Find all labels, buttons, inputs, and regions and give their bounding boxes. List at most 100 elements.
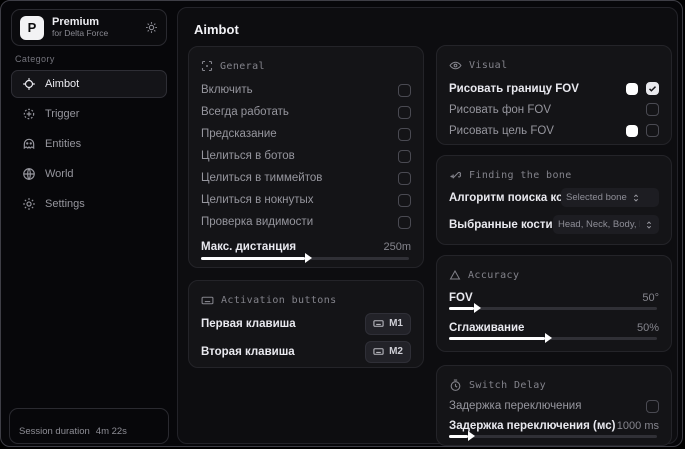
target-icon xyxy=(201,60,213,72)
sidebar-item-label: Entities xyxy=(45,138,82,150)
slider-label: FOV xyxy=(449,292,473,304)
checkbox[interactable] xyxy=(398,193,411,207)
category-label: Category xyxy=(15,54,55,64)
card-finding-bone: Finding the bone Алгоритм поиска костей … xyxy=(436,155,672,245)
card-activation-buttons: Activation buttons Первая клавиша M1 Вто… xyxy=(188,280,424,368)
color-swatch[interactable] xyxy=(626,124,638,137)
slider-value: 50% xyxy=(636,322,659,334)
toggle-label: Проверка видимости xyxy=(201,216,314,228)
checkbox[interactable] xyxy=(398,149,411,163)
toggle-label: Рисовать фон FOV xyxy=(449,103,551,116)
slider-thumb[interactable] xyxy=(467,431,475,441)
toggle-label: Включить xyxy=(201,84,253,96)
card-header-label: Activation buttons xyxy=(221,294,337,306)
slider-label: Макс. дистанция xyxy=(201,241,297,253)
entities-icon xyxy=(22,137,36,151)
checkbox[interactable] xyxy=(646,124,659,137)
keybind-label: Вторая клавиша xyxy=(201,345,295,358)
color-swatch[interactable] xyxy=(626,82,638,95)
toggle-label: Предсказание xyxy=(201,128,277,140)
checkbox[interactable] xyxy=(398,171,411,185)
keyboard-icon xyxy=(201,294,214,307)
fov-slider[interactable] xyxy=(449,303,657,313)
dropdown-value: Head, Neck, Body, Pe... xyxy=(558,219,640,230)
session-label: Session duration xyxy=(19,426,90,437)
card-switch-delay: Switch Delay Задержка переключения Задер… xyxy=(436,365,672,446)
smoothing-slider[interactable] xyxy=(449,333,657,343)
keyboard-icon xyxy=(373,318,384,329)
crosshair-icon xyxy=(22,77,36,91)
slider-value: 50° xyxy=(642,292,659,304)
trigger-icon xyxy=(22,107,36,121)
app-window: P Premium for Delta Force Category Aimbo… xyxy=(0,0,683,447)
sidebar: P Premium for Delta Force Category Aimbo… xyxy=(1,1,177,446)
toggle-label: Рисовать цель FOV xyxy=(449,124,554,137)
keybind-button-m1[interactable]: M1 xyxy=(365,312,411,335)
toggle-label: Целиться в нокнутых xyxy=(201,194,314,206)
stopwatch-icon xyxy=(449,379,462,392)
sidebar-item-aimbot[interactable]: Aimbot xyxy=(11,70,167,98)
checkbox[interactable] xyxy=(398,105,411,119)
checkbox[interactable] xyxy=(646,399,659,413)
card-header-label: Accuracy xyxy=(468,269,520,281)
toggle-label: Целиться в ботов xyxy=(201,150,295,162)
eye-icon xyxy=(449,59,462,72)
keybind-value: M1 xyxy=(389,318,403,329)
card-header-label: Finding the bone xyxy=(469,169,572,181)
gear-icon[interactable] xyxy=(145,21,158,34)
card-general: General Включить Всегда работать Предска… xyxy=(188,46,424,268)
card-header-label: Switch Delay xyxy=(469,379,547,391)
keyboard-icon xyxy=(373,346,384,357)
sidebar-item-trigger[interactable]: Trigger xyxy=(11,100,167,128)
slider-value: 250m xyxy=(383,241,411,253)
sidebar-item-world[interactable]: World xyxy=(11,160,167,188)
dropdown-label: Выбранные кости xyxy=(449,218,553,231)
toggle-label: Задержка переключения xyxy=(449,400,582,412)
checkbox[interactable] xyxy=(398,127,411,141)
keybind-button-m2[interactable]: M2 xyxy=(365,340,411,363)
page-title: Aimbot xyxy=(194,22,239,37)
keybind-label: Первая клавиша xyxy=(201,317,296,330)
keybind-value: M2 xyxy=(389,346,403,357)
sidebar-item-label: World xyxy=(45,168,74,180)
card-accuracy: Accuracy FOV 50° Сглаживание 50% xyxy=(436,255,672,352)
brand-card: P Premium for Delta Force xyxy=(11,9,167,46)
bone-icon xyxy=(449,169,462,182)
unfold-icon xyxy=(631,193,641,203)
sidebar-item-label: Trigger xyxy=(45,108,80,120)
card-header-label: Visual xyxy=(469,59,508,71)
card-header-label: General xyxy=(220,60,265,72)
slider-thumb[interactable] xyxy=(473,303,481,313)
main-panel: Aimbot General Включить Всегда работать … xyxy=(177,7,678,446)
dropdown-label: Алгоритм поиска костей xyxy=(449,191,561,204)
toggle-label: Целиться в тиммейтов xyxy=(201,172,323,184)
switch-delay-slider[interactable] xyxy=(449,431,657,441)
checkbox[interactable] xyxy=(398,83,411,97)
slider-thumb[interactable] xyxy=(305,253,312,263)
distance-slider[interactable] xyxy=(201,253,409,263)
slider-thumb[interactable] xyxy=(544,333,552,343)
checkbox[interactable] xyxy=(398,215,411,229)
sidebar-item-entities[interactable]: Entities xyxy=(11,130,167,158)
checkbox[interactable] xyxy=(646,82,659,95)
card-visual: Visual Рисовать границу FOV Рисовать фон… xyxy=(436,45,672,145)
toggle-label: Всегда работать xyxy=(201,106,289,118)
sidebar-nav: Aimbot Trigger Entities World Settings xyxy=(11,70,167,220)
checkbox[interactable] xyxy=(646,103,659,116)
triangle-icon xyxy=(449,269,461,281)
selected-bones-dropdown[interactable]: Head, Neck, Body, Pe... xyxy=(553,215,659,234)
check-icon xyxy=(648,86,657,92)
session-card: Session duration 4m 22s xyxy=(9,408,169,444)
unfold-icon xyxy=(644,220,654,230)
brand-subtitle: for Delta Force xyxy=(52,27,109,38)
sidebar-item-label: Aimbot xyxy=(45,78,80,90)
toggle-label: Рисовать границу FOV xyxy=(449,82,579,95)
brand-logo: P xyxy=(20,15,44,40)
slider-value: 1000 ms xyxy=(616,420,659,432)
slider-label: Сглаживание xyxy=(449,322,525,334)
sidebar-item-label: Settings xyxy=(45,198,85,210)
session-value: 4m 22s xyxy=(95,426,127,437)
globe-icon xyxy=(22,167,36,181)
sidebar-item-settings[interactable]: Settings xyxy=(11,190,167,218)
bone-algorithm-dropdown[interactable]: Selected bone xyxy=(561,188,659,207)
